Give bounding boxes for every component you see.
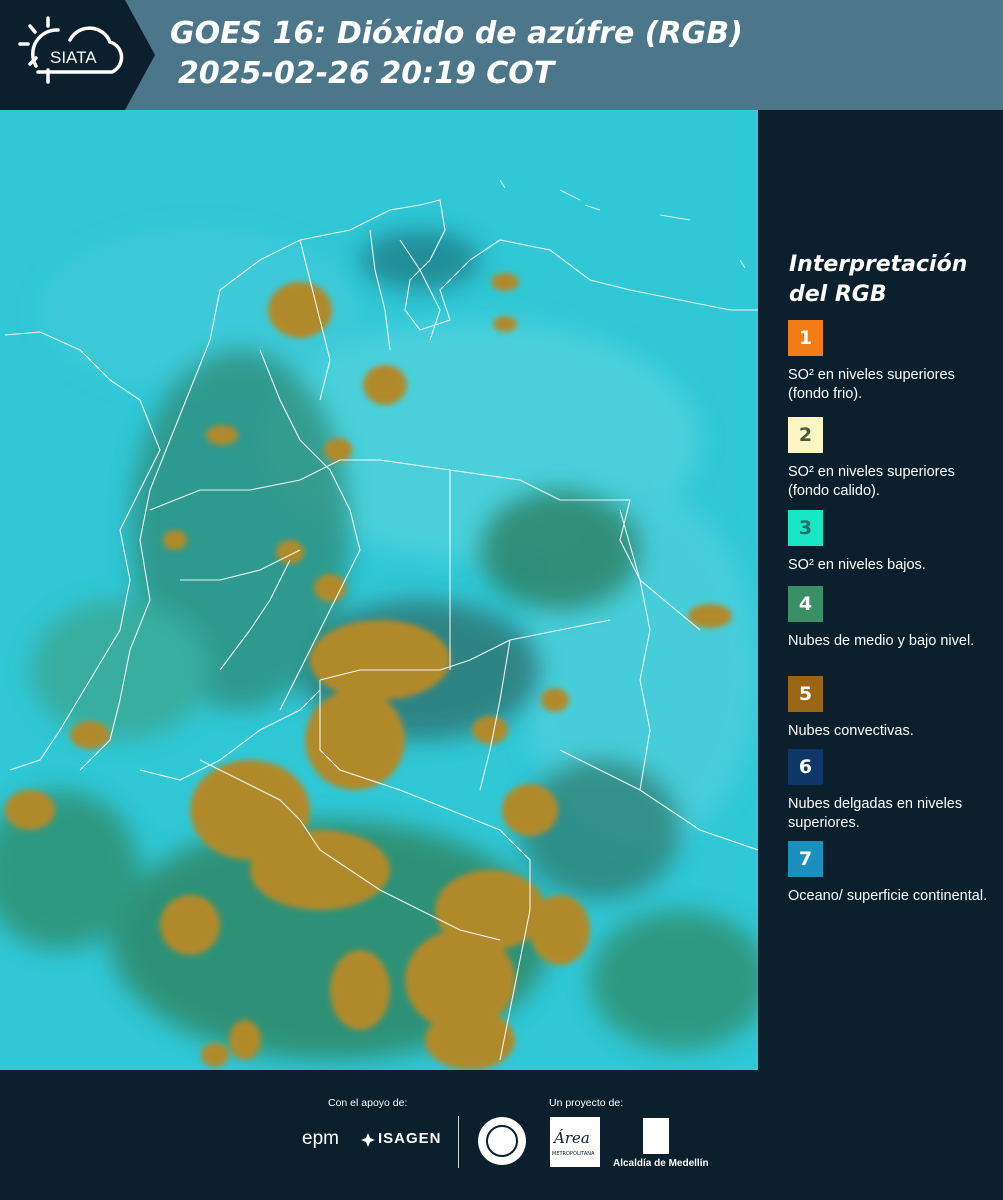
legend-swatch-2: 2 (788, 417, 823, 453)
legend-title: Interpretación del RGB (789, 250, 989, 310)
legend-item-5: 5 Nubes convectivas. (788, 676, 988, 741)
satellite-map (0, 110, 758, 1070)
logo-text: SIATA (50, 48, 97, 67)
header-bar: SIATA GOES 16: Dióxido de azúfre (RGB) 2… (0, 0, 1003, 110)
legend-title-line1: Interpretación (789, 252, 968, 277)
legend-label-5: Nubes convectivas. (788, 723, 914, 739)
page-title: GOES 16: Dióxido de azúfre (RGB) (170, 16, 743, 51)
area-logo-sub: METROPOLITANA (552, 1151, 595, 1157)
medellin-seal-icon (478, 1117, 526, 1165)
legend-panel: Interpretación del RGB 1 SO² en niveles … (758, 110, 1003, 1070)
legend-item-6: 6 Nubes delgadas en niveles superiores. (788, 749, 988, 833)
legend-label-6: Nubes delgadas en niveles superiores. (788, 796, 963, 831)
area-metropolitana-logo: Área METROPOLITANA (550, 1117, 600, 1167)
alcaldia-shield-icon (643, 1118, 669, 1154)
footer: Con el apoyo de: Un proyecto de: epm ISA… (0, 1070, 1003, 1200)
legend-item-1: 1 SO² en niveles superiores (fondo frio)… (788, 320, 988, 404)
legend-title-line2: del RGB (789, 282, 887, 307)
legend-item-2: 2 SO² en niveles superiores (fondo calid… (788, 417, 988, 501)
isagen-icon (361, 1133, 375, 1147)
legend-swatch-5: 5 (788, 676, 823, 712)
legend-label-4: Nubes de medio y bajo nivel. (788, 633, 975, 649)
logo-block: SIATA (0, 0, 155, 110)
legend-label-7: Oceano/ superficie continental. (788, 888, 988, 904)
legend-label-1: SO² en niveles superiores (fondo frio). (788, 367, 955, 402)
legend-label-2: SO² en niveles superiores (fondo calido)… (788, 464, 955, 499)
isagen-logo: ISAGEN (378, 1130, 442, 1147)
legend-swatch-7: 7 (788, 841, 823, 877)
area-logo-text: Área (554, 1129, 590, 1147)
legend-swatch-6: 6 (788, 749, 823, 785)
legend-item-4: 4 Nubes de medio y bajo nivel. (788, 586, 988, 651)
alcaldia-text: Alcaldía de Medellín (613, 1158, 709, 1169)
legend-swatch-1: 1 (788, 320, 823, 356)
legend-label-3: SO² en niveles bajos. (788, 557, 926, 573)
support-label: Con el apoyo de: (328, 1097, 408, 1109)
legend-swatch-3: 3 (788, 510, 823, 546)
footer-divider (458, 1116, 459, 1168)
project-label: Un proyecto de: (549, 1097, 624, 1109)
epm-logo: epm (302, 1128, 339, 1149)
timestamp: 2025-02-26 20:19 COT (178, 56, 555, 91)
legend-item-7: 7 Oceano/ superficie continental. (788, 841, 988, 906)
legend-swatch-4: 4 (788, 586, 823, 622)
legend-item-3: 3 SO² en niveles bajos. (788, 510, 988, 575)
